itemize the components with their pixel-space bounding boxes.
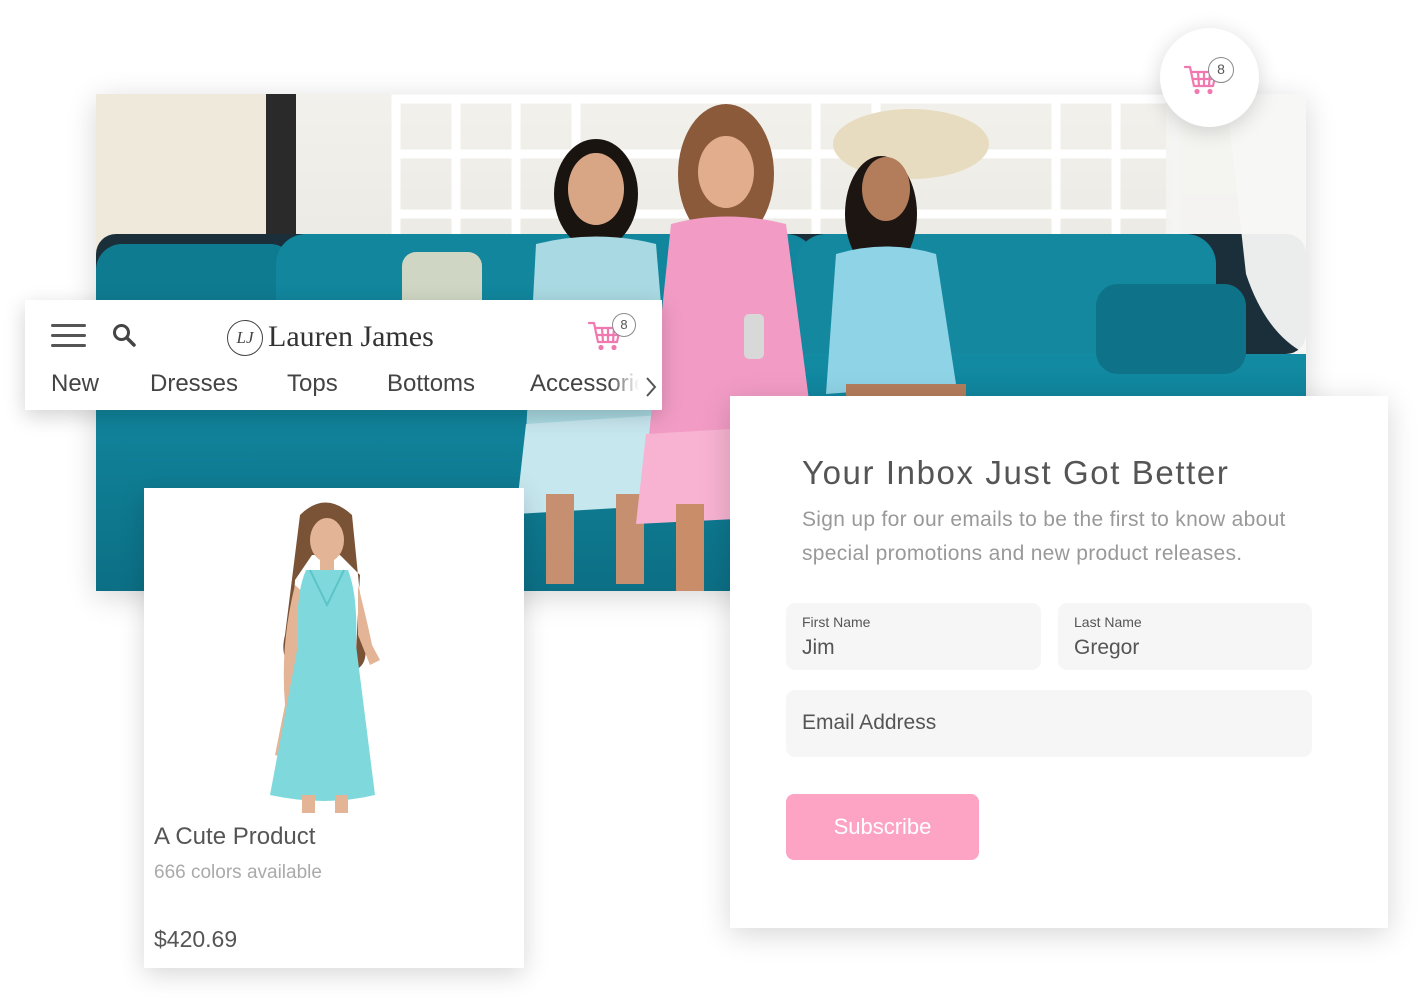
- signup-title: Your Inbox Just Got Better: [802, 454, 1230, 491]
- product-name[interactable]: A Cute Product: [154, 823, 315, 851]
- last-name-label: Last Name: [1074, 614, 1142, 630]
- tabs-fade: [609, 366, 649, 406]
- cart-count-badge: 8: [1208, 57, 1234, 83]
- first-name-field[interactable]: First Name Jim: [786, 603, 1041, 670]
- tab-dresses[interactable]: Dresses: [150, 370, 238, 398]
- product-price: $420.69: [154, 926, 238, 952]
- tab-new[interactable]: New: [51, 370, 99, 398]
- brand-logo[interactable]: Lauren James: [268, 320, 434, 354]
- subscribe-button[interactable]: Subscribe: [786, 794, 979, 860]
- chevron-right-icon[interactable]: [645, 376, 657, 398]
- hamburger-menu-icon[interactable]: [51, 324, 86, 348]
- floating-cart-button[interactable]: 8: [1160, 28, 1259, 127]
- product-image[interactable]: [240, 495, 410, 815]
- tab-tops[interactable]: Tops: [287, 370, 338, 398]
- category-tabs: New Dresses Tops Bottoms Accessories: [25, 366, 649, 406]
- product-colors-available: 666 colors available: [154, 862, 322, 883]
- last-name-field[interactable]: Last Name Gregor: [1058, 603, 1312, 670]
- header-cart-count-badge: 8: [612, 313, 636, 337]
- email-placeholder: Email Address: [802, 711, 937, 734]
- email-field[interactable]: Email Address: [786, 690, 1312, 757]
- signup-description: Sign up for our emails to be the first t…: [802, 508, 1286, 565]
- last-name-value[interactable]: Gregor: [1074, 636, 1139, 660]
- tab-bottoms[interactable]: Bottoms: [387, 370, 475, 398]
- brand-monogram[interactable]: LJ: [227, 320, 263, 356]
- first-name-label: First Name: [802, 614, 871, 630]
- first-name-value[interactable]: Jim: [802, 636, 835, 660]
- search-icon[interactable]: [111, 322, 137, 348]
